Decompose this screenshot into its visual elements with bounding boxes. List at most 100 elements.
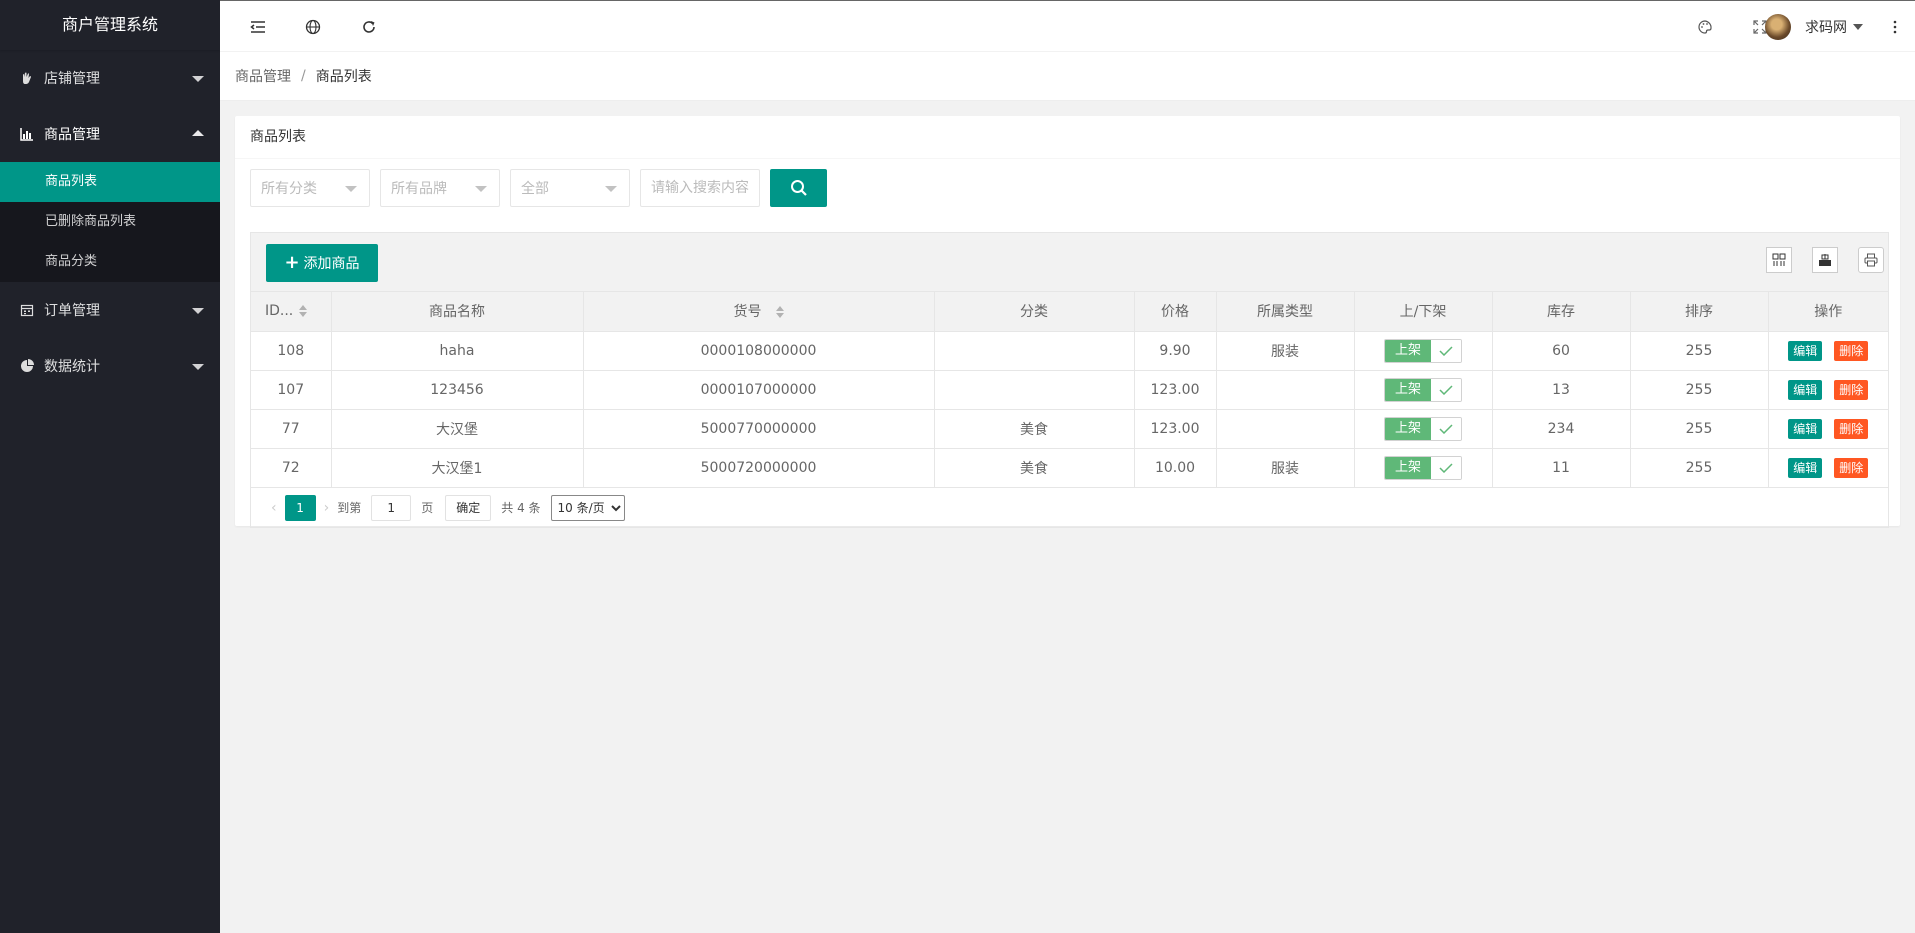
cell-onsale: 上架: [1354, 370, 1493, 410]
nav-store-label: 店铺管理: [44, 71, 100, 87]
caret-down-icon: [345, 186, 357, 192]
edit-button[interactable]: 编辑: [1788, 418, 1823, 439]
page-current[interactable]: 1: [284, 494, 316, 521]
col-header-actions: 操作: [1768, 292, 1888, 332]
cell-actions: 编辑 删除: [1768, 448, 1888, 488]
col-header-sn[interactable]: 货号: [583, 292, 935, 332]
filter-bar: 所有分类 所有品牌 全部: [250, 169, 827, 207]
cell-actions: 编辑 删除: [1768, 331, 1888, 371]
cell-actions: 编辑 删除: [1768, 370, 1888, 410]
brand-select[interactable]: 所有品牌: [380, 169, 500, 207]
onsale-switch[interactable]: 上架: [1384, 416, 1462, 441]
column-filter-button[interactable]: [1766, 247, 1792, 273]
onsale-switch-label: 上架: [1385, 456, 1431, 479]
table-row: 107 123456 0000107000000 123.00 上架 13 25…: [251, 370, 1888, 410]
top-header: 求码网: [220, 0, 1915, 52]
goto-page-input[interactable]: [371, 494, 412, 521]
globe-icon: [305, 19, 321, 34]
page-label: 页: [421, 501, 434, 515]
col-header-stock: 库存: [1492, 292, 1631, 332]
cell-id: 108: [251, 331, 332, 371]
search-input[interactable]: [640, 169, 760, 207]
check-icon: [1431, 339, 1461, 362]
nav-stats-label: 数据统计: [44, 359, 100, 375]
onsale-switch-label: 上架: [1385, 339, 1431, 362]
onsale-switch[interactable]: 上架: [1384, 377, 1462, 402]
refresh-button[interactable]: [344, 1, 394, 52]
category-select[interactable]: 所有分类: [250, 169, 370, 207]
card-title: 商品列表: [235, 116, 1900, 159]
cell-name: 大汉堡1: [331, 448, 584, 488]
sort-icon[interactable]: [775, 306, 784, 319]
table-row: 72 大汉堡1 5000720000000 美食 10.00 服装 上架 11 …: [251, 448, 1888, 488]
delete-button[interactable]: 删除: [1834, 340, 1869, 361]
sidebar-item-goods-list[interactable]: 商品列表: [0, 162, 220, 202]
pagination: ‹ 1 › 到第 页 确定 共 4 条 10 条/页: [251, 488, 1888, 528]
page-size-select[interactable]: 10 条/页: [550, 494, 625, 521]
sort-icon[interactable]: [299, 305, 308, 318]
breadcrumb-parent[interactable]: 商品管理: [235, 66, 291, 86]
goto-confirm-button[interactable]: 确定: [445, 494, 492, 521]
table-row: 77 大汉堡 5000770000000 美食 123.00 上架 234 25…: [251, 409, 1888, 449]
user-menu[interactable]: 求码网: [1765, 1, 1863, 52]
nav-goods-management[interactable]: 商品管理: [0, 106, 220, 162]
delete-button[interactable]: 删除: [1834, 379, 1869, 400]
col-header-category: 分类: [934, 292, 1135, 332]
chevron-down-icon: [192, 76, 204, 82]
chevron-left-icon[interactable]: ‹: [271, 500, 277, 516]
hand-icon: [23, 72, 31, 84]
print-button[interactable]: [1858, 247, 1884, 273]
check-icon: [1431, 378, 1461, 401]
export-icon: [1819, 254, 1831, 266]
menu-toggle-button[interactable]: [233, 1, 283, 52]
columns-icon: [1772, 253, 1786, 266]
delete-button[interactable]: 删除: [1834, 418, 1869, 439]
nav-orders-label: 订单管理: [44, 303, 100, 319]
print-icon: [1864, 253, 1878, 267]
goods-subnav: 商品列表 已删除商品列表 商品分类: [0, 162, 220, 282]
export-button[interactable]: [1812, 247, 1838, 273]
website-button[interactable]: [288, 1, 338, 52]
onsale-switch[interactable]: 上架: [1384, 338, 1462, 363]
cell-id: 77: [251, 409, 332, 449]
cell-price: 123.00: [1134, 409, 1217, 449]
nav-data-statistics[interactable]: 数据统计: [0, 338, 220, 394]
cell-sn: 5000770000000: [583, 409, 935, 449]
cell-actions: 编辑 删除: [1768, 409, 1888, 449]
caret-down-icon: [605, 186, 617, 192]
cell-type: 服装: [1216, 448, 1355, 488]
more-vertical-icon: [1893, 20, 1897, 33]
cell-sort: 255: [1630, 448, 1769, 488]
chevron-up-icon: [192, 130, 204, 136]
theme-button[interactable]: [1680, 1, 1730, 52]
edit-button[interactable]: 编辑: [1788, 379, 1823, 400]
nav-order-management[interactable]: 订单管理: [0, 282, 220, 338]
edit-button[interactable]: 编辑: [1788, 340, 1823, 361]
search-button[interactable]: [770, 169, 827, 207]
onsale-switch[interactable]: 上架: [1384, 455, 1462, 480]
delete-button[interactable]: 删除: [1834, 457, 1869, 478]
nav-group-orders: 订单管理: [0, 282, 220, 338]
sidebar-item-deleted-goods[interactable]: 已删除商品列表: [0, 202, 220, 242]
nav-group-goods: 商品管理 商品列表 已删除商品列表 商品分类: [0, 106, 220, 282]
status-select[interactable]: 全部: [510, 169, 630, 207]
calendar-icon: [20, 304, 34, 317]
cell-sort: 255: [1630, 331, 1769, 371]
onsale-switch-label: 上架: [1385, 378, 1431, 401]
cell-category: [934, 370, 1135, 410]
nav-store-management[interactable]: 店铺管理: [0, 50, 220, 106]
cell-price: 9.90: [1134, 331, 1217, 371]
add-goods-button[interactable]: + 添加商品: [266, 244, 378, 282]
col-header-id[interactable]: ID...: [251, 292, 332, 332]
cell-category: 美食: [934, 448, 1135, 488]
cell-stock: 13: [1492, 370, 1631, 410]
more-button[interactable]: [1875, 1, 1915, 52]
onsale-switch-label: 上架: [1385, 417, 1431, 440]
palette-icon: [1698, 19, 1712, 34]
menu-fold-icon: [250, 20, 265, 33]
chevron-right-icon[interactable]: ›: [324, 500, 330, 516]
edit-button[interactable]: 编辑: [1788, 457, 1823, 478]
table-row: 108 haha 0000108000000 9.90 服装 上架 60 255…: [251, 331, 1888, 371]
plus-icon: +: [284, 252, 300, 273]
sidebar-item-goods-category[interactable]: 商品分类: [0, 242, 220, 282]
